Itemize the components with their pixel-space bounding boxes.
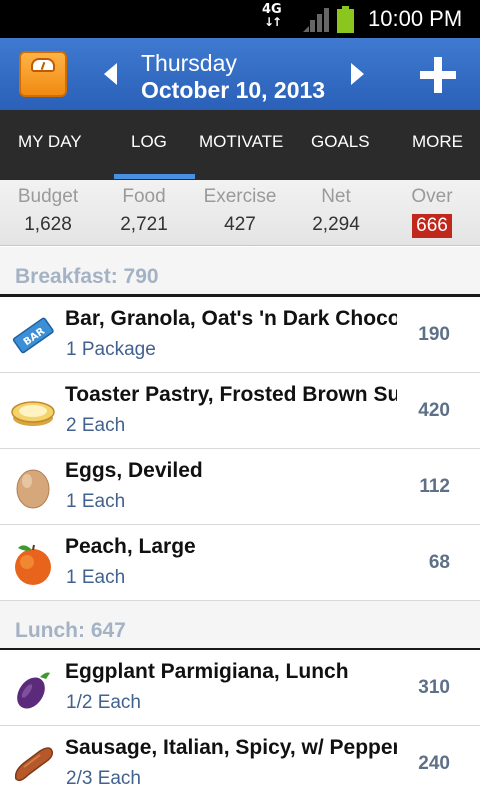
summary-over: Over 666 (384, 186, 480, 238)
food-quantity: 2 Each (66, 415, 126, 436)
food-row[interactable]: Eggplant Parmigiana, Lunch 1/2 Each 310 (0, 650, 480, 726)
summary-exercise: Exercise 427 (192, 186, 288, 236)
summary-budget: Budget 1,628 (0, 186, 96, 236)
peach-icon (15, 544, 51, 585)
calorie-summary: Budget 1,628 Food 2,721 Exercise 427 Net… (0, 180, 480, 246)
food-value: 2,721 (120, 214, 168, 235)
net-value: 2,294 (312, 214, 360, 235)
scale-logo-icon[interactable] (19, 51, 67, 97)
status-bar: 4G ↓↑ 10:00 PM (0, 0, 480, 38)
food-name: Bar, Granola, Oat's 'n Dark Chocolate (65, 307, 397, 330)
granola-bar-icon: BAR (12, 317, 54, 354)
battery-icon (337, 6, 354, 33)
toaster-pastry-icon (11, 401, 55, 426)
food-quantity: 2/3 Each (66, 768, 141, 789)
food-row[interactable]: Toaster Pastry, Frosted Brown Sugar 2 Ea… (0, 373, 480, 449)
food-row[interactable]: Peach, Large 1 Each 68 (0, 525, 480, 601)
food-name: Peach, Large (65, 535, 196, 558)
food-calories: 420 (418, 400, 450, 421)
food-name: Toaster Pastry, Frosted Brown Sugar (65, 383, 397, 406)
food-row[interactable]: Eggs, Deviled 1 Each 112 (0, 449, 480, 525)
eggplant-icon (17, 672, 50, 709)
food-name: Eggs, Deviled (65, 459, 203, 482)
food-calories: 190 (418, 324, 450, 345)
food-name: Eggplant Parmigiana, Lunch (65, 660, 349, 683)
food-quantity: 1 Each (66, 491, 126, 512)
egg-icon (16, 469, 50, 509)
exercise-label: Exercise (203, 186, 277, 207)
signal-strength-icon (303, 8, 329, 32)
meal-header-lunch[interactable]: Lunch: 647 (0, 601, 480, 651)
meal-header-breakfast[interactable]: Breakfast: 790 (0, 247, 480, 297)
tab-log[interactable]: LOG (131, 132, 167, 152)
previous-day-icon[interactable] (104, 63, 117, 85)
meal-title: Breakfast: 790 (15, 265, 159, 288)
food-calories: 112 (419, 476, 450, 497)
food-label: Food (122, 186, 166, 207)
food-calories: 310 (418, 677, 450, 698)
tab-my-day[interactable]: MY DAY (18, 132, 82, 152)
summary-net: Net 2,294 (288, 186, 384, 236)
food-calories: 240 (418, 753, 450, 774)
tab-motivate[interactable]: MOTIVATE (199, 132, 283, 152)
food-quantity: 1/2 Each (66, 692, 141, 713)
summary-food: Food 2,721 (96, 186, 192, 236)
sausage-icon (14, 747, 54, 782)
current-date[interactable]: October 10, 2013 (141, 77, 325, 104)
tab-goals[interactable]: GOALS (311, 132, 370, 152)
food-quantity: 1 Each (66, 567, 126, 588)
net-label: Net (321, 186, 351, 207)
data-arrows-icon: ↓↑ (264, 15, 282, 29)
network-indicator: 4G ↓↑ (262, 3, 282, 29)
current-day[interactable]: Thursday (141, 50, 237, 77)
food-row[interactable]: BAR Bar, Granola, Oat's 'n Dark Chocolat… (0, 297, 480, 373)
over-value-badge: 666 (412, 214, 452, 238)
next-day-icon[interactable] (351, 63, 364, 85)
food-quantity: 1 Package (66, 339, 156, 360)
app-header: Thursday October 10, 2013 (0, 38, 480, 110)
clock: 10:00 PM (368, 6, 463, 31)
meal-title: Lunch: 647 (15, 619, 126, 642)
tab-more[interactable]: MORE (412, 132, 463, 152)
exercise-value: 427 (224, 214, 256, 235)
add-icon[interactable] (420, 57, 456, 93)
tab-bar: MY DAY LOG MOTIVATE GOALS MORE (0, 110, 480, 180)
food-row[interactable]: Sausage, Italian, Spicy, w/ Peppers 2/3 … (0, 726, 480, 800)
food-name: Sausage, Italian, Spicy, w/ Peppers (65, 736, 397, 759)
active-tab-indicator (114, 174, 195, 179)
budget-label: Budget (17, 186, 79, 207)
budget-value: 1,628 (24, 214, 72, 235)
over-label: Over (411, 186, 453, 207)
food-calories: 68 (428, 552, 450, 573)
